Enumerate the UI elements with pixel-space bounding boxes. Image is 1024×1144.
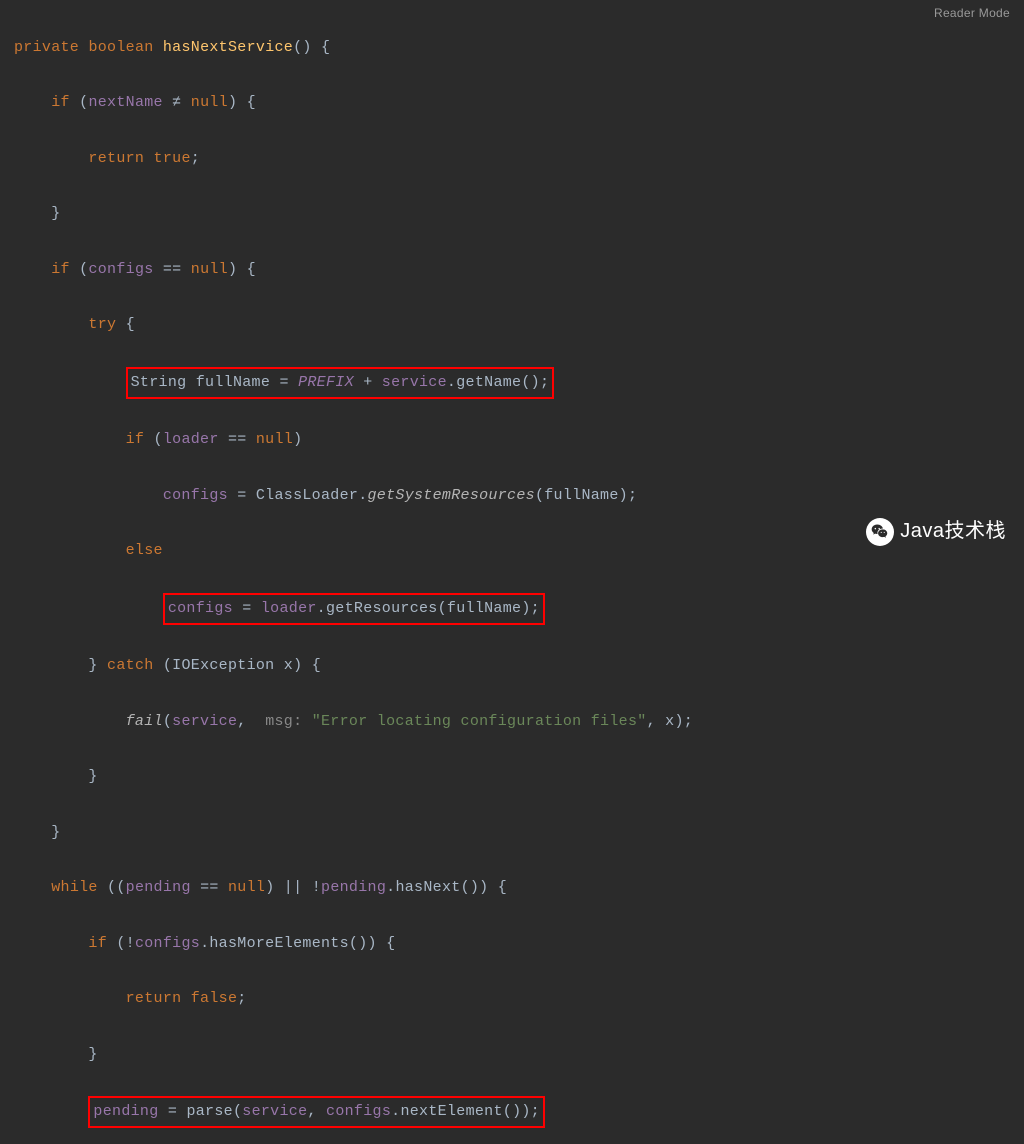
constant: PREFIX xyxy=(298,374,354,391)
code-line[interactable]: pending = parse(service, configs.nextEle… xyxy=(14,1096,1010,1128)
wechat-icon xyxy=(866,518,894,546)
keyword: if xyxy=(51,94,70,111)
type: String xyxy=(131,374,196,391)
method-call: fail xyxy=(126,713,163,730)
code-line[interactable]: String fullName = PREFIX + service.getNa… xyxy=(14,367,1010,399)
code-line[interactable]: else xyxy=(14,537,1010,565)
code-line[interactable]: if (configs == null) { xyxy=(14,256,1010,284)
code-line[interactable]: } xyxy=(14,819,1010,847)
keyword: catch xyxy=(98,657,163,674)
keyword: if xyxy=(51,261,70,278)
method-call: getSystemResources xyxy=(368,487,535,504)
field: nextName xyxy=(88,94,162,111)
code-line[interactable]: } catch (IOException x) { xyxy=(14,652,1010,680)
code-line[interactable]: fail(service, msg: "Error locating confi… xyxy=(14,708,1010,736)
punct: () { xyxy=(293,39,330,56)
code-line[interactable]: } xyxy=(14,763,1010,791)
code-line[interactable]: if (nextName ≠ null) { xyxy=(14,89,1010,117)
code-line[interactable]: configs = loader.getResources(fullName); xyxy=(14,593,1010,625)
keyword: while xyxy=(51,879,98,896)
keyword: return xyxy=(88,150,144,167)
highlight-box: configs = loader.getResources(fullName); xyxy=(163,593,545,625)
code-line[interactable]: } xyxy=(14,200,1010,228)
field: configs xyxy=(88,261,153,278)
keyword: try xyxy=(88,316,116,333)
highlight-box: String fullName = PREFIX + service.getNa… xyxy=(126,367,555,399)
keyword: return xyxy=(126,990,182,1007)
method-name: hasNextService xyxy=(163,39,293,56)
param-hint: msg: xyxy=(256,713,312,730)
keyword: boolean xyxy=(88,39,153,56)
code-editor[interactable]: private boolean hasNextService() { if (n… xyxy=(0,0,1024,1144)
code-line[interactable]: if (loader == null) xyxy=(14,426,1010,454)
code-line[interactable]: return false; xyxy=(14,985,1010,1013)
string-literal: "Error locating configuration files" xyxy=(312,713,647,730)
code-line[interactable]: private boolean hasNextService() { xyxy=(14,34,1010,62)
code-line[interactable]: configs = ClassLoader.getSystemResources… xyxy=(14,482,1010,510)
code-line[interactable]: return true; xyxy=(14,145,1010,173)
highlight-box: pending = parse(service, configs.nextEle… xyxy=(88,1096,545,1128)
code-line[interactable]: try { xyxy=(14,311,1010,339)
code-line[interactable]: if (!configs.hasMoreElements()) { xyxy=(14,930,1010,958)
keyword: if xyxy=(88,935,107,952)
code-line[interactable]: } xyxy=(14,1041,1010,1069)
reader-mode-toggle[interactable]: Reader Mode xyxy=(934,2,1010,24)
keyword: if xyxy=(126,431,145,448)
keyword: private xyxy=(14,39,79,56)
code-line[interactable]: while ((pending == null) || !pending.has… xyxy=(14,874,1010,902)
watermark: Java技术栈 xyxy=(866,513,1006,550)
keyword: else xyxy=(126,542,163,559)
watermark-text: Java技术栈 xyxy=(900,513,1006,550)
